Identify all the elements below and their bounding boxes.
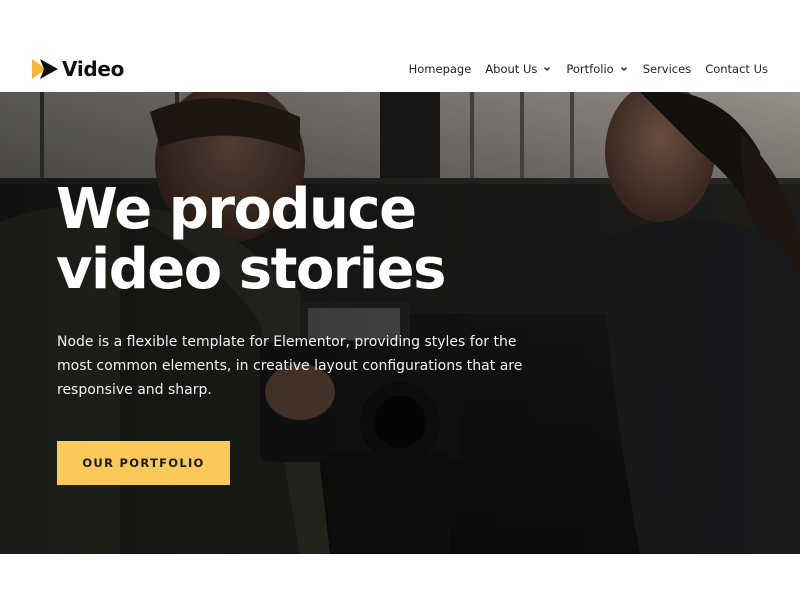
nav-item-label: Services	[642, 62, 692, 76]
hero-title-line-2: video stories	[56, 237, 446, 302]
chevron-down-icon	[544, 67, 551, 71]
brand-name: Video	[62, 57, 125, 81]
site-header: Video Homepage About Us Portfolio Servic…	[0, 0, 800, 92]
page: Video Homepage About Us Portfolio Servic…	[0, 0, 800, 600]
nav-item-services[interactable]: Services	[643, 62, 692, 76]
chevron-down-icon	[620, 67, 627, 71]
hero-title-line-1: We produce	[56, 177, 417, 242]
play-arrow-icon	[32, 59, 58, 79]
site-logo[interactable]: Video	[32, 57, 124, 81]
nav-item-label: Contact Us	[705, 62, 768, 76]
nav-item-label: Portfolio	[566, 62, 614, 76]
nav-item-about-us[interactable]: About Us	[485, 62, 552, 76]
hero-description: Node is a flexible template for Elemento…	[57, 334, 523, 398]
nav-item-portfolio[interactable]: Portfolio	[566, 62, 628, 76]
hero-title: We produce video stories	[56, 180, 616, 300]
nav-item-contact-us[interactable]: Contact Us	[705, 62, 768, 76]
nav-item-homepage[interactable]: Homepage	[409, 62, 472, 76]
main-nav: Homepage About Us Portfolio Services Con…	[409, 60, 768, 78]
nav-item-label: Homepage	[408, 62, 472, 76]
nav-item-label: About Us	[485, 62, 538, 76]
hero-section: We produce video stories Node is a flexi…	[0, 92, 800, 554]
our-portfolio-button[interactable]: OUR PORTFOLIO	[57, 441, 230, 485]
